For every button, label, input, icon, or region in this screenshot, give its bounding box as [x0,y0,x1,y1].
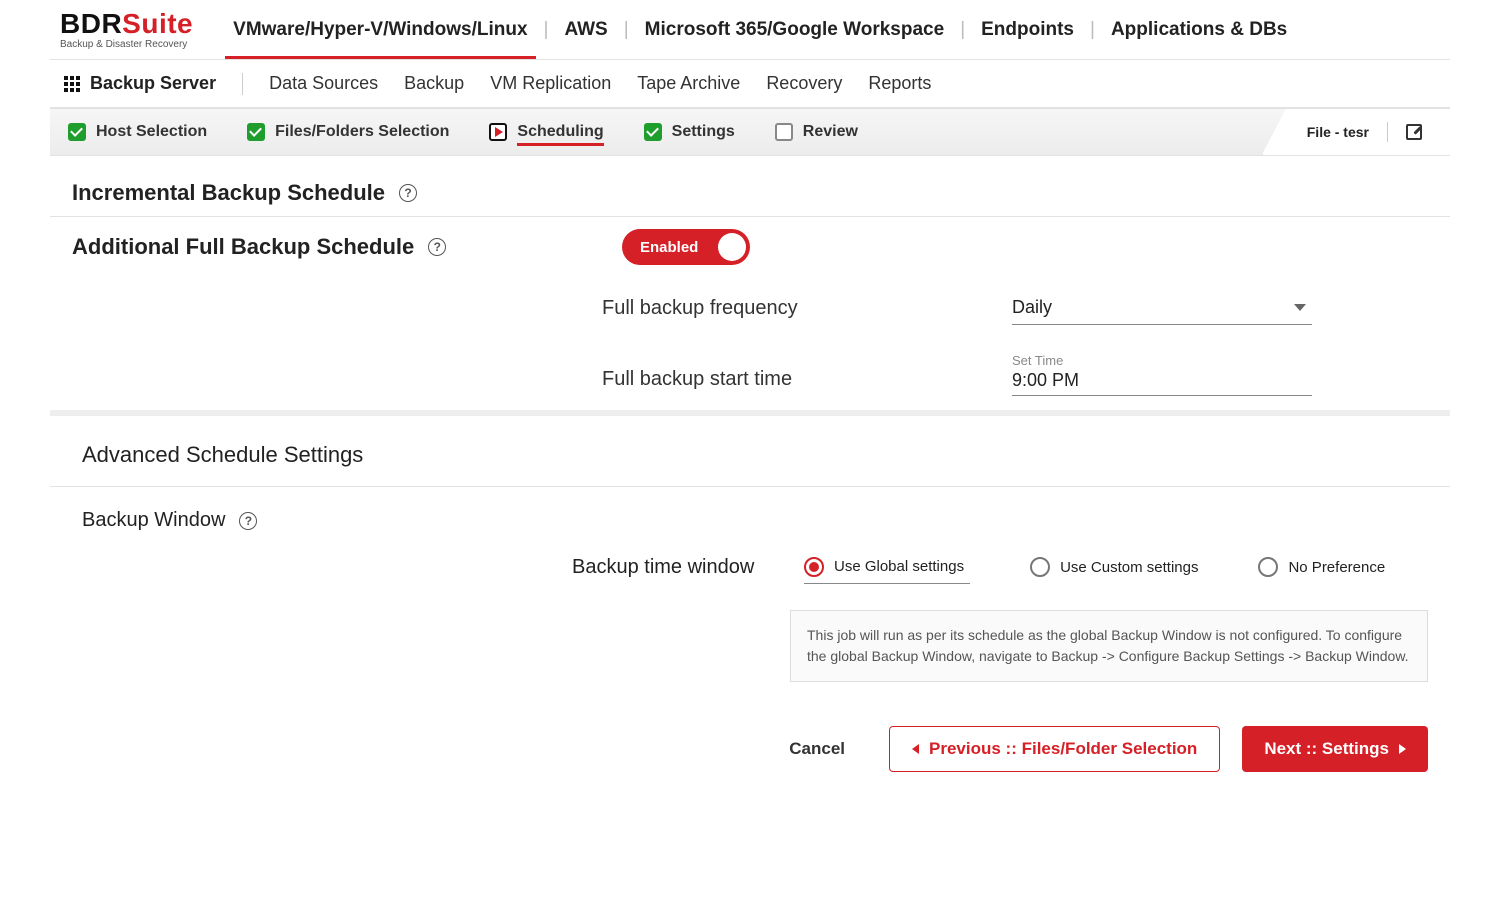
menu-data-sources[interactable]: Data Sources [269,73,378,94]
nav-aws[interactable]: AWS [548,2,623,58]
start-time-input[interactable]: 9:00 PM [1012,370,1312,396]
next-button[interactable]: Next :: Settings [1242,726,1428,772]
radio-no-preference[interactable]: No Preference [1258,557,1385,577]
chevron-left-icon [912,744,919,754]
freq-value: Daily [1012,297,1052,318]
apps-grid-icon [64,76,80,92]
cancel-button[interactable]: Cancel [767,726,867,772]
check-icon [247,123,265,141]
radio-icon [804,557,824,577]
radio-icon [1258,557,1278,577]
nav-endpoints[interactable]: Endpoints [965,2,1090,58]
chevron-down-icon [1294,304,1306,311]
start-time-hint: Set Time [1012,353,1312,368]
step-settings[interactable]: Settings [644,123,735,141]
menu-tape-archive[interactable]: Tape Archive [637,73,740,94]
job-name: File - tesr [1307,124,1369,140]
menu-bar: Backup Server Data Sources Backup VM Rep… [50,60,1450,108]
chevron-right-icon [1399,744,1406,754]
full-backup-form: Full backup frequency Daily Full backup … [50,277,1450,410]
full-backup-header-row: Additional Full Backup Schedule ? Enable… [50,217,1450,277]
job-tag: File - tesr [1262,109,1450,155]
brand-name-suite: Suite [122,8,193,39]
brand-name-bdr: BDR [60,8,122,39]
incremental-title: Incremental Backup Schedule [72,180,385,206]
menu-backup[interactable]: Backup [404,73,464,94]
wizard-footer: Cancel Previous :: Files/Folder Selectio… [50,702,1450,802]
toggle-knob-icon [718,233,746,261]
brand-tagline: Backup & Disaster Recovery [60,40,193,50]
radio-custom[interactable]: Use Custom settings [1030,557,1198,577]
radio-icon [1030,557,1050,577]
full-backup-toggle[interactable]: Enabled [622,229,750,265]
advanced-settings-header: Advanced Schedule Settings [50,410,1450,487]
menu-vm-replication[interactable]: VM Replication [490,73,611,94]
incremental-section: Incremental Backup Schedule ? [50,156,1450,217]
menu-home-label: Backup Server [90,73,216,94]
full-backup-title: Additional Full Backup Schedule [72,234,414,260]
nav-m365[interactable]: Microsoft 365/Google Workspace [629,2,961,58]
unchecked-icon [775,123,793,141]
help-icon[interactable]: ? [428,238,446,256]
menu-home[interactable]: Backup Server [64,73,216,94]
help-icon[interactable]: ? [399,184,417,202]
backup-window-header: Backup Window ? [50,487,1450,542]
menu-reports[interactable]: Reports [868,73,931,94]
check-icon [68,123,86,141]
nav-apps-dbs[interactable]: Applications & DBs [1095,2,1303,58]
step-review[interactable]: Review [775,123,858,141]
backup-window-row: Backup time window Use Global settings U… [50,542,1450,604]
step-files-folders[interactable]: Files/Folders Selection [247,123,449,141]
freq-label: Full backup frequency [602,297,982,320]
backup-window-note: This job will run as per its schedule as… [790,610,1428,682]
brand-logo: BDRSuite Backup & Disaster Recovery [60,10,193,50]
toggle-label: Enabled [640,239,698,256]
nav-vmware[interactable]: VMware/Hyper-V/Windows/Linux [217,2,543,58]
check-icon [644,123,662,141]
backup-window-label: Backup time window [572,556,794,579]
previous-button[interactable]: Previous :: Files/Folder Selection [889,726,1220,772]
help-icon[interactable]: ? [239,512,257,530]
radio-global[interactable]: Use Global settings [804,550,970,584]
start-time-label: Full backup start time [602,368,982,391]
step-scheduling[interactable]: Scheduling [489,123,603,141]
play-icon [489,123,507,141]
step-host-selection[interactable]: Host Selection [68,123,207,141]
edit-icon[interactable] [1406,124,1422,140]
wizard-steps: Host Selection Files/Folders Selection S… [50,108,1450,156]
top-bar: BDRSuite Backup & Disaster Recovery VMwa… [50,0,1450,60]
menu-recovery[interactable]: Recovery [766,73,842,94]
primary-nav: VMware/Hyper-V/Windows/Linux | AWS | Mic… [217,2,1303,58]
freq-select[interactable]: Daily [1012,291,1312,325]
